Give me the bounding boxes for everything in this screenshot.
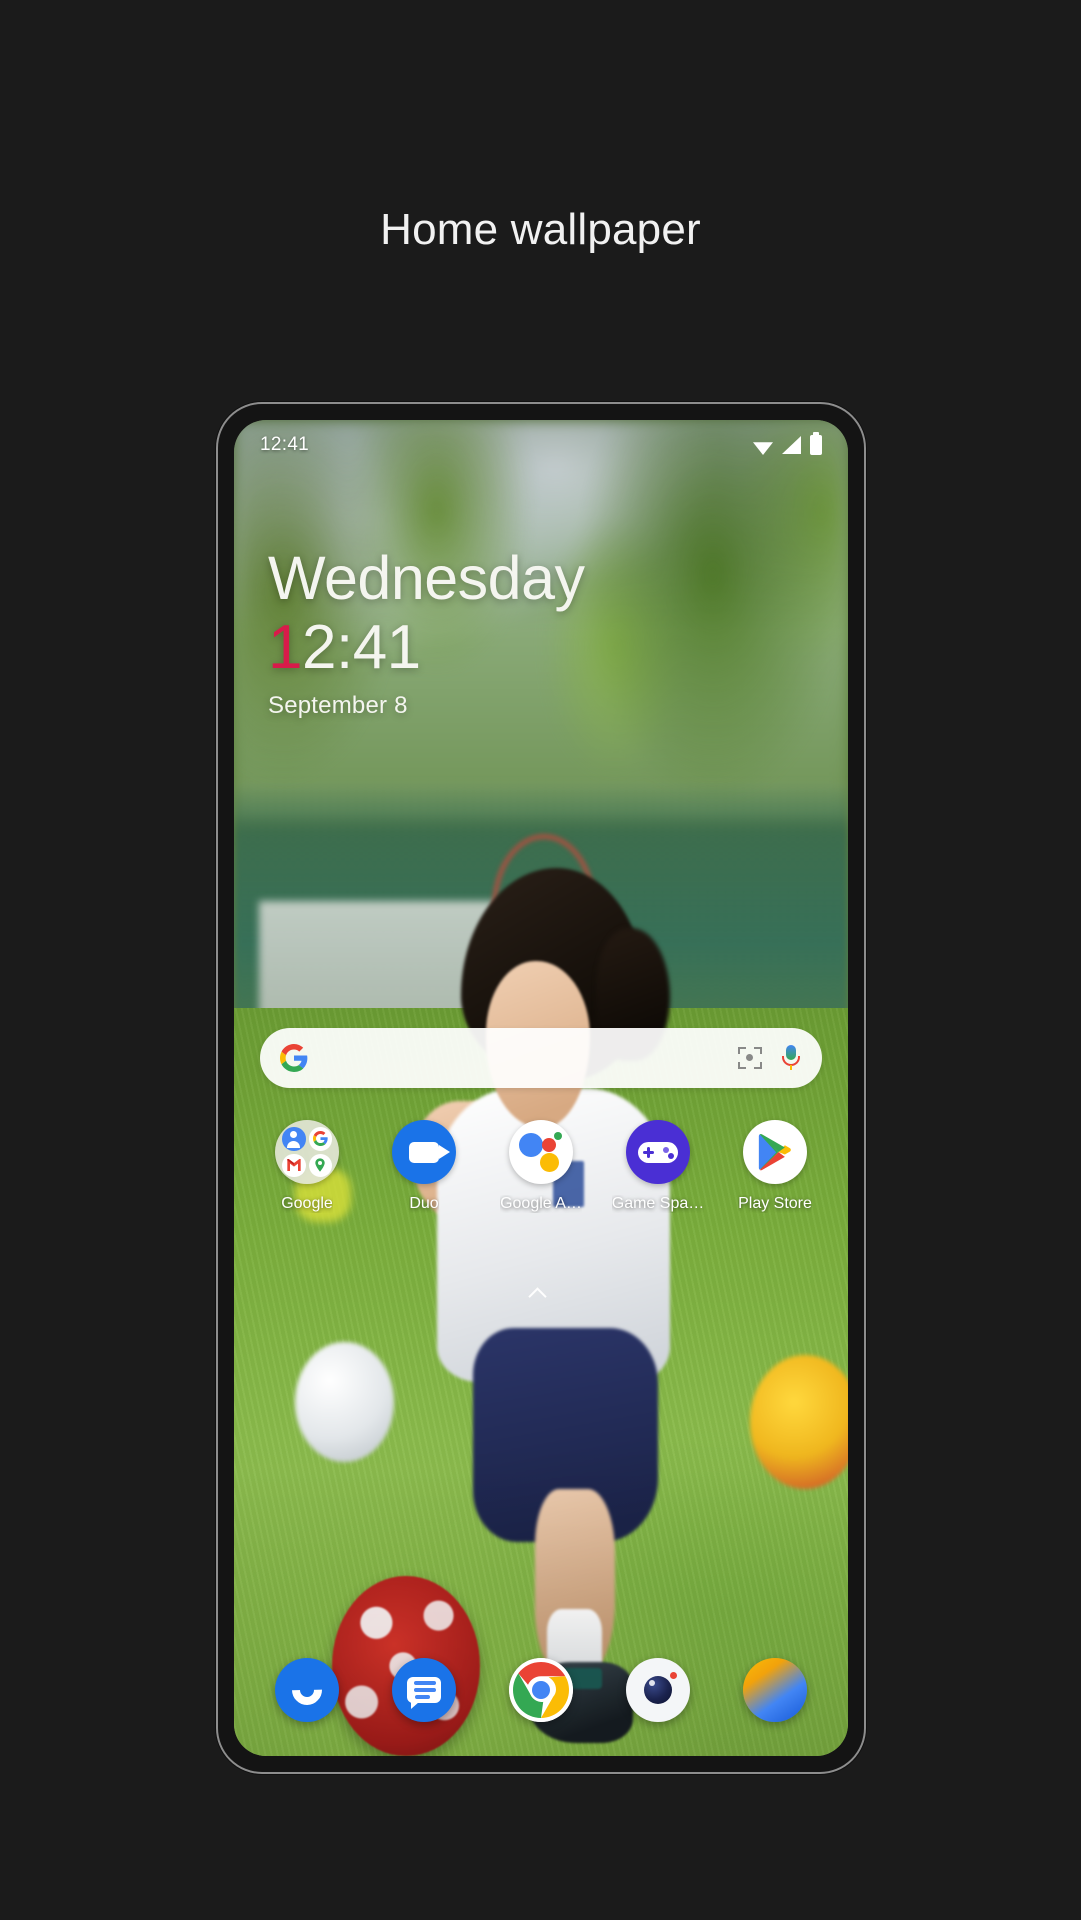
clock-date-label: September 8 [268,692,408,720]
wallpaper-preview-screen: Home wallpaper 12:41 Wednesday 12:41 Sep… [0,0,1081,1920]
dock-item-photos[interactable] [718,1658,832,1722]
app-item-google-assistant[interactable]: Google A… [484,1120,598,1213]
camera-icon[interactable] [626,1658,690,1722]
app-label: Game Spa… [611,1195,705,1212]
dock-item-phone[interactable] [250,1658,364,1722]
app-label: Google [281,1195,333,1212]
app-grid: Google Duo Google A… Game Spa… Play Stor… [250,1120,832,1213]
play-store-icon[interactable] [743,1120,807,1184]
app-item-duo[interactable]: Duo [367,1120,481,1213]
phone-screen[interactable]: 12:41 Wednesday 12:41 September 8 Google… [234,420,848,1756]
photos-icon[interactable] [743,1658,807,1722]
page-title: Home wallpaper [380,205,701,254]
clock-day-label: Wednesday [268,544,585,612]
dock-item-messages[interactable] [367,1658,481,1722]
status-bar: 12:41 [234,420,848,470]
contacts-icon [282,1127,306,1151]
google-assistant-icon[interactable] [509,1120,573,1184]
google-search-app-icon [308,1127,332,1151]
chevron-up-icon[interactable] [530,1286,552,1298]
clock-time-label: 12:41 [268,613,585,682]
dock-item-camera[interactable] [601,1658,715,1722]
status-bar-clock: 12:41 [260,434,310,455]
google-folder-icon[interactable] [275,1120,339,1184]
app-label: Google A… [500,1195,582,1212]
game-space-icon[interactable] [626,1120,690,1184]
dock-item-chrome[interactable] [484,1658,598,1722]
chrome-icon[interactable] [509,1658,573,1722]
phone-icon[interactable] [275,1658,339,1722]
clock-time-rest: 2:41 [301,613,421,682]
app-label: Duo [409,1195,439,1212]
phone-device-frame: 12:41 Wednesday 12:41 September 8 Google… [216,402,866,1774]
dock [250,1658,832,1722]
app-item-game-space[interactable]: Game Spa… [601,1120,715,1213]
google-lens-icon[interactable] [738,1047,762,1069]
google-search-bar[interactable] [260,1028,822,1088]
status-bar-icons [753,432,822,455]
gmail-icon [282,1153,306,1177]
battery-icon [810,432,822,455]
cellular-signal-icon [782,436,801,454]
clock-widget[interactable]: Wednesday 12:41 September 8 [268,548,585,720]
microphone-icon[interactable] [780,1045,802,1071]
duo-icon[interactable] [392,1120,456,1184]
app-label: Play Store [738,1195,812,1212]
messages-icon[interactable] [392,1658,456,1722]
google-g-logo-icon [280,1044,308,1072]
clock-accent-digit: 1 [268,613,302,682]
app-item-play-store[interactable]: Play Store [718,1120,832,1213]
google-maps-icon [308,1153,332,1177]
app-item-google[interactable]: Google [250,1120,364,1213]
wifi-icon [753,442,773,455]
